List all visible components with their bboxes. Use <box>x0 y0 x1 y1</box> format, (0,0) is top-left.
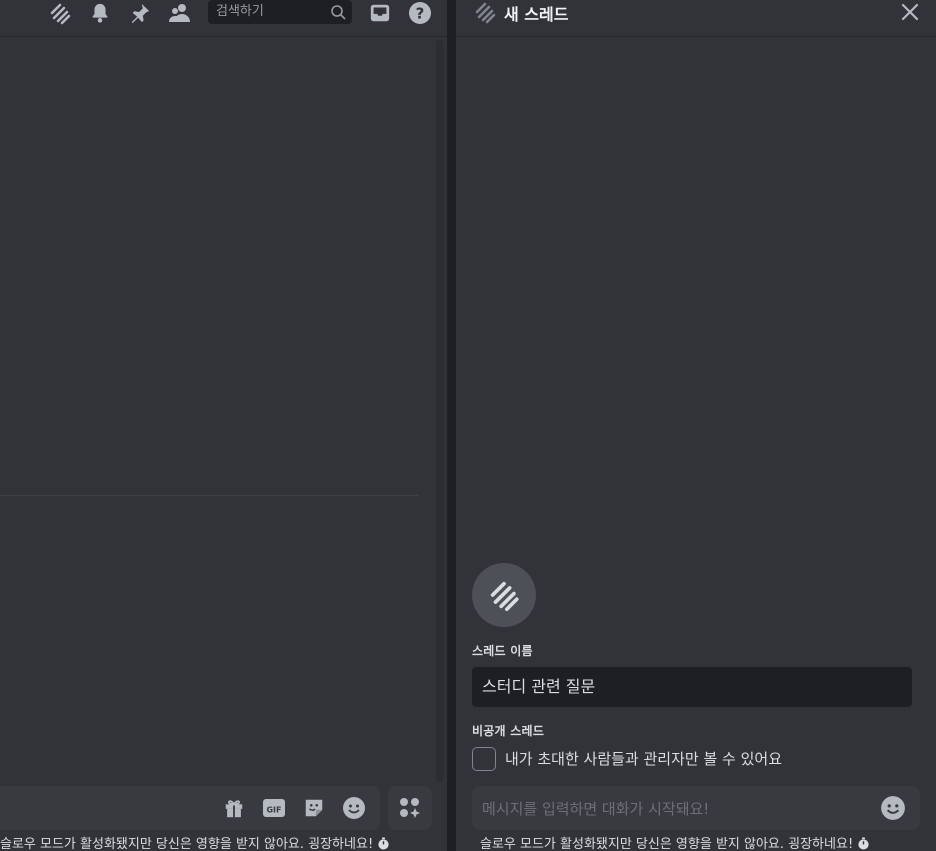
pin-icon[interactable] <box>127 0 153 26</box>
slowmode-text: 슬로우 모드가 활성화됐지만 당신은 영향을 받지 않아요. 굉장하네요! <box>480 837 854 851</box>
pane-separator[interactable] <box>447 0 456 851</box>
gift-icon[interactable] <box>221 795 247 821</box>
close-icon[interactable] <box>898 0 922 24</box>
thread-message-input[interactable]: 메시지를 입력하면 대화가 시작돼요! <box>472 786 920 830</box>
thread-header: 새 스레드 <box>456 0 936 37</box>
message-placeholder: 메시지를 입력하면 대화가 시작돼요! <box>482 800 710 818</box>
thread-avatar <box>472 563 536 627</box>
emoji-icon[interactable] <box>880 795 906 821</box>
gif-label: GIF <box>266 806 281 815</box>
slowmode-notice: 슬로우 모드가 활성화됐지만 당신은 영향을 받지 않아요. 굉장하네요! <box>0 833 390 851</box>
thread-icon <box>490 581 519 612</box>
search-input[interactable]: 검색하기 <box>208 0 352 24</box>
private-thread-description: 내가 초대한 사람들과 관리자만 볼 수 있어요 <box>505 750 783 768</box>
panel-title: 새 스레드 <box>504 5 569 24</box>
private-thread-checkbox[interactable] <box>472 747 496 771</box>
channel-toolbar: 검색하기 ? <box>0 0 447 37</box>
slowmode-text: 슬로우 모드가 활성화됐지만 당신은 영향을 받지 않아요. 굉장하네요! <box>0 837 374 851</box>
inbox-icon[interactable] <box>367 0 393 26</box>
emoji-icon[interactable] <box>341 795 367 821</box>
private-thread-label: 비공개 스레드 <box>472 724 545 738</box>
bell-icon[interactable] <box>87 0 113 26</box>
search-icon <box>331 5 346 20</box>
timer-icon <box>858 837 869 850</box>
app-window: 검색하기 ? GIF 슬로우 모드가 활성화됐지만 당신은 영향을 받지 않아요… <box>0 0 936 851</box>
gif-icon[interactable]: GIF <box>261 795 287 821</box>
timer-icon <box>378 837 389 850</box>
message-composer[interactable]: GIF <box>0 786 380 830</box>
threads-icon[interactable] <box>47 0 73 26</box>
svg-text:?: ? <box>416 5 425 23</box>
message-divider <box>0 495 418 496</box>
search-placeholder: 검색하기 <box>216 4 264 19</box>
scrollbar[interactable] <box>436 40 444 782</box>
new-thread-panel: 새 스레드 스레드 이름 스터디 관련 질문 비공개 스레드 내가 초대한 사람… <box>456 0 936 851</box>
channel-pane: 검색하기 ? GIF 슬로우 모드가 활성화됐지만 당신은 영향을 받지 않아요… <box>0 0 447 851</box>
members-icon[interactable] <box>167 0 193 26</box>
thread-slowmode-notice: 슬로우 모드가 활성화됐지만 당신은 영향을 받지 않아요. 굉장하네요! <box>480 833 870 851</box>
thread-name-input[interactable]: 스터디 관련 질문 <box>472 667 912 707</box>
help-icon[interactable]: ? <box>407 0 433 26</box>
thread-name-label: 스레드 이름 <box>472 644 533 658</box>
apps-icon[interactable] <box>388 786 432 830</box>
sticker-icon[interactable] <box>301 795 327 821</box>
thread-icon <box>475 2 496 24</box>
